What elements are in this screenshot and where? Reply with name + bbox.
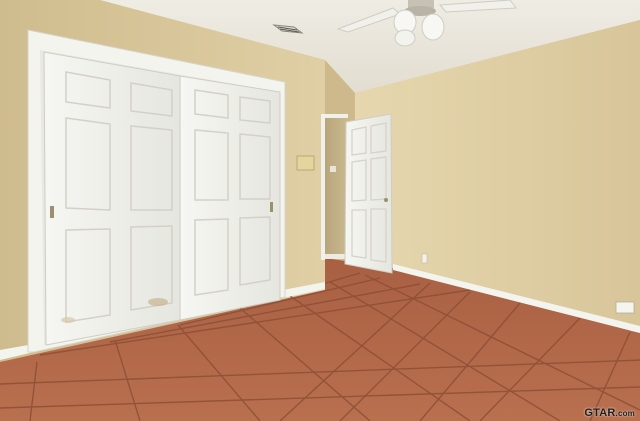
closet-door-right-handle bbox=[270, 202, 273, 212]
interior-door-knob bbox=[384, 198, 388, 202]
closet-door-left-handle bbox=[50, 206, 54, 218]
watermark-suffix: .com bbox=[615, 409, 635, 418]
bedroom-photo: GTAR.com bbox=[0, 0, 640, 421]
room-scene bbox=[0, 0, 640, 421]
gtar-watermark: GTAR.com bbox=[584, 407, 635, 419]
hallway-opening bbox=[324, 118, 346, 258]
floor-outlet bbox=[615, 301, 635, 314]
thermostat bbox=[330, 166, 336, 172]
wall-outlet bbox=[421, 253, 428, 264]
watermark-brand: GTAR bbox=[584, 407, 616, 419]
light-switch bbox=[296, 155, 315, 171]
hallway-door-frame bbox=[321, 114, 325, 260]
